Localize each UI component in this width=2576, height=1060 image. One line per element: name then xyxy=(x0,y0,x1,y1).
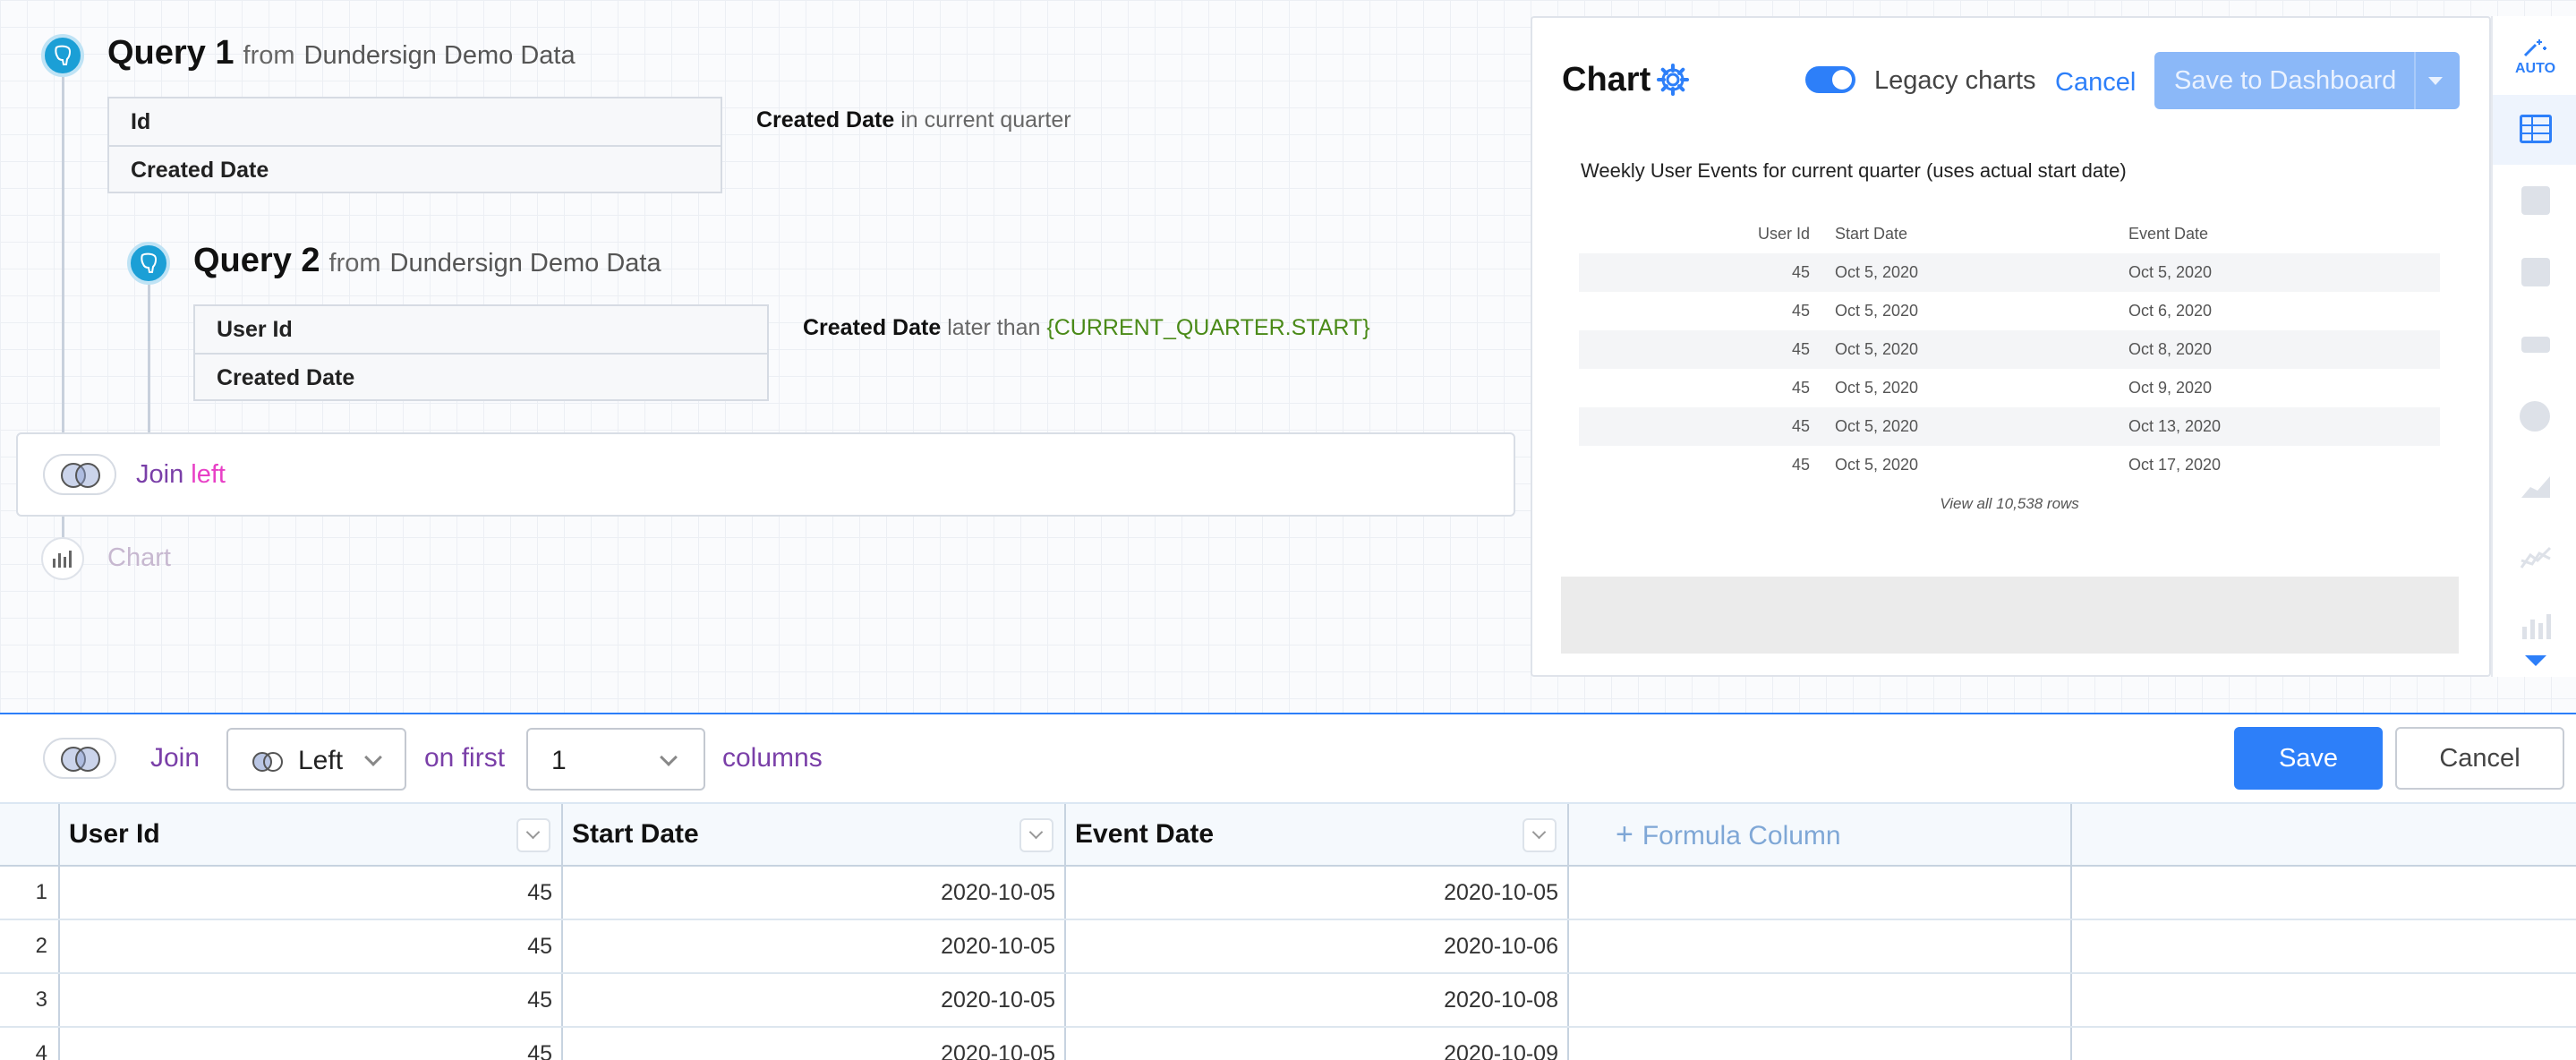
line-icon[interactable] xyxy=(2520,544,2552,576)
number-icon[interactable] xyxy=(2521,186,2550,215)
join-type-value: Left xyxy=(298,746,344,775)
query1-fields: Id Created Date xyxy=(107,97,722,193)
column-count-select[interactable]: 1 xyxy=(526,728,705,791)
preview-row: 45 Oct 5, 2020 Oct 6, 2020 xyxy=(1791,302,2213,320)
preview-row: 45 Oct 5, 2020 Oct 8, 2020 xyxy=(1579,330,2440,369)
join-toolbar: Join Left on first 1 columns Save Cancel xyxy=(0,714,2576,804)
magic-auto-icon[interactable] xyxy=(2521,38,2552,59)
caret-down-icon[interactable] xyxy=(2428,77,2443,85)
join-step-card[interactable]: Join left xyxy=(16,432,1515,517)
table-icon[interactable] xyxy=(2520,115,2552,143)
chart-cancel-link[interactable]: Cancel xyxy=(2055,68,2136,98)
column-count-value: 1 xyxy=(551,746,567,775)
flow-connector xyxy=(148,283,150,432)
cancel-button[interactable]: Cancel xyxy=(2395,727,2564,790)
save-to-dashboard-button[interactable]: Save to Dashboard xyxy=(2154,52,2460,109)
query1-header[interactable]: Query 1 from Dundersign Demo Data xyxy=(107,34,576,73)
pie-icon[interactable] xyxy=(2520,401,2550,432)
query2-filter-field: Created Date xyxy=(803,315,942,340)
columns-label: columns xyxy=(722,743,823,773)
flow-connector xyxy=(62,77,64,432)
table-row: 3 45 2020-10-05 2020-10-08 xyxy=(0,974,2576,1028)
column-header[interactable]: Event Date xyxy=(1066,804,1569,865)
plus-icon: + xyxy=(1616,817,1633,851)
table-row: 2 45 2020-10-05 2020-10-06 xyxy=(0,920,2576,974)
query2-header[interactable]: Query 2 from Dundersign Demo Data xyxy=(193,242,661,280)
gear-icon[interactable] xyxy=(1656,63,1690,101)
table-row: 4 45 2020-10-05 2020-10-09 xyxy=(0,1028,2576,1060)
column-header[interactable]: Start Date xyxy=(563,804,1066,865)
query1-field[interactable]: Created Date xyxy=(109,145,721,192)
bar-icon[interactable] xyxy=(2520,611,2552,645)
join-type-select[interactable]: Left xyxy=(226,728,406,791)
venn-left-icon xyxy=(252,749,283,772)
query1-title[interactable]: Query 1 xyxy=(107,34,235,73)
empty-header-cell xyxy=(2072,804,2575,865)
area-icon[interactable] xyxy=(2520,473,2552,504)
column-menu-button[interactable] xyxy=(1523,818,1557,852)
join-step-type: left xyxy=(191,460,226,489)
on-first-label: on first xyxy=(424,743,506,773)
auto-label[interactable]: AUTO xyxy=(2493,61,2576,77)
preview-footer xyxy=(1561,577,2459,654)
query2-filter-value: {CURRENT_QUARTER.START} xyxy=(1046,315,1370,340)
chevron-down-icon xyxy=(660,748,678,766)
table-row: 1 45 2020-10-05 2020-10-05 xyxy=(0,867,2576,920)
query1-field[interactable]: Id xyxy=(109,98,721,145)
preview-col-header: Event Date xyxy=(2128,225,2209,243)
postgres-icon xyxy=(127,242,170,285)
preview-row: 45 Oct 5, 2020 Oct 17, 2020 xyxy=(1791,456,2222,474)
postgres-icon xyxy=(41,34,84,77)
venn-join-icon xyxy=(43,454,116,495)
number-compare-icon[interactable] xyxy=(2521,258,2550,286)
preview-title: Weekly User Events for current quarter (… xyxy=(1581,159,2127,182)
column-header[interactable]: User Id xyxy=(60,804,563,865)
progress-icon[interactable] xyxy=(2521,337,2550,353)
bar-chart-icon xyxy=(41,537,84,580)
chart-type-rail: AUTO xyxy=(2491,16,2576,677)
column-menu-button[interactable] xyxy=(1019,818,1053,852)
chart-step-label[interactable]: Chart xyxy=(107,543,171,573)
query2-fields: User Id Created Date xyxy=(193,304,769,401)
preview-header-row: User Id Start Date Event Date xyxy=(1579,215,2440,253)
preview-col-header: Start Date xyxy=(1835,225,1908,243)
row-number-header xyxy=(0,804,60,865)
query1-filter-field: Created Date xyxy=(756,107,895,132)
preview-row: 45 Oct 5, 2020 Oct 5, 2020 xyxy=(1579,253,2440,292)
join-editor: Join Left on first 1 columns Save Cancel… xyxy=(0,713,2576,1060)
scroll-down-icon[interactable] xyxy=(2525,655,2546,666)
query2-from: from xyxy=(328,249,381,278)
query2-source[interactable]: Dundersign Demo Data xyxy=(390,249,661,278)
legacy-charts-toggle[interactable] xyxy=(1805,66,1855,93)
chevron-down-icon xyxy=(364,748,382,766)
result-grid: User Id Start Date Event Date + Formula C… xyxy=(0,804,2576,1060)
query2-field[interactable]: Created Date xyxy=(195,353,767,399)
join-step-label: Join left xyxy=(136,460,226,489)
preview-table: User Id Start Date Event Date 45 Oct 5, 2… xyxy=(1579,215,2440,513)
query2-filter[interactable]: Created Date later than {CURRENT_QUARTER… xyxy=(803,315,1370,341)
query1-source[interactable]: Dundersign Demo Data xyxy=(304,41,576,71)
save-button[interactable]: Save xyxy=(2234,727,2383,790)
query1-from: from xyxy=(243,41,295,70)
query1-filter[interactable]: Created Date in current quarter xyxy=(756,107,1071,133)
add-formula-column-button[interactable]: + Formula Column xyxy=(1569,804,2072,865)
query1-filter-op: in current quarter xyxy=(900,107,1071,132)
preview-row: 45 Oct 5, 2020 Oct 9, 2020 xyxy=(1791,379,2213,397)
venn-join-icon xyxy=(43,738,116,779)
grid-header-row: User Id Start Date Event Date + Formula C… xyxy=(0,804,2576,867)
column-menu-button[interactable] xyxy=(516,818,550,852)
preview-row: 45 Oct 5, 2020 Oct 13, 2020 xyxy=(1579,407,2440,446)
query2-field[interactable]: User Id xyxy=(195,306,767,353)
chart-panel-title: Chart xyxy=(1562,61,1651,98)
legacy-charts-label: Legacy charts xyxy=(1874,66,2036,95)
join-label: Join xyxy=(150,743,200,773)
preview-col-header: User Id xyxy=(1757,225,1810,243)
view-all-link[interactable]: View all 10,538 rows xyxy=(1579,495,2440,513)
query2-filter-op: later than xyxy=(947,315,1041,340)
query2-title[interactable]: Query 2 xyxy=(193,242,320,280)
